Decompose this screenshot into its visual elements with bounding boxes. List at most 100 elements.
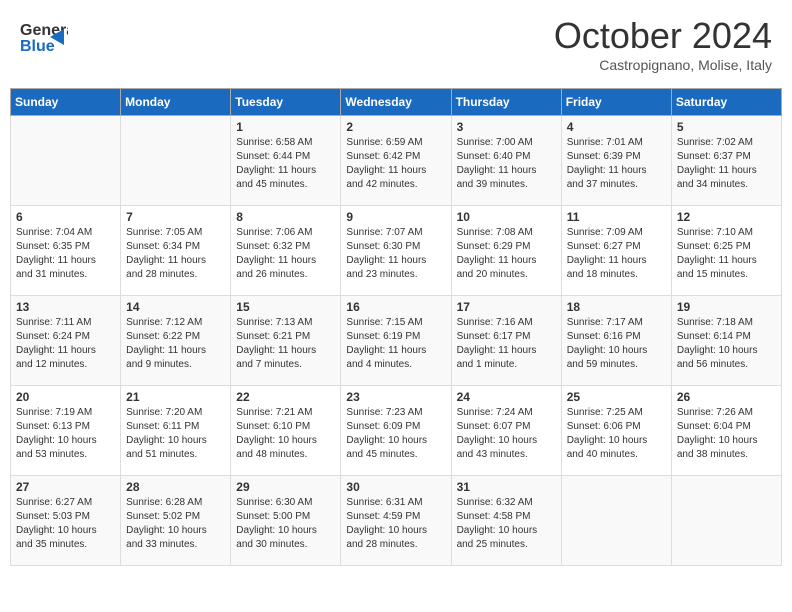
day-number: 30 — [346, 480, 445, 494]
calendar-cell: 17 Sunrise: 7:16 AM Sunset: 6:17 PM Dayli… — [451, 296, 561, 386]
calendar-cell: 1 Sunrise: 6:58 AM Sunset: 6:44 PM Daylig… — [231, 116, 341, 206]
calendar-cell: 6 Sunrise: 7:04 AM Sunset: 6:35 PM Daylig… — [11, 206, 121, 296]
cell-content: Sunrise: 6:58 AM Sunset: 6:44 PM Dayligh… — [236, 136, 335, 192]
calendar-cell: 27 Sunrise: 6:27 AM Sunset: 5:03 PM Dayli… — [11, 476, 121, 566]
cell-content: Sunrise: 7:04 AM Sunset: 6:35 PM Dayligh… — [16, 226, 115, 282]
day-number: 25 — [567, 390, 666, 404]
day-number: 14 — [126, 300, 225, 314]
calendar-cell: 12 Sunrise: 7:10 AM Sunset: 6:25 PM Dayli… — [671, 206, 781, 296]
col-thursday: Thursday — [451, 89, 561, 116]
month-title: October 2024 — [554, 15, 772, 57]
header-row: Sunday Monday Tuesday Wednesday Thursday… — [11, 89, 782, 116]
cell-content: Sunrise: 7:20 AM Sunset: 6:11 PM Dayligh… — [126, 406, 225, 462]
day-number: 1 — [236, 120, 335, 134]
day-number: 12 — [677, 210, 776, 224]
cell-content: Sunrise: 7:10 AM Sunset: 6:25 PM Dayligh… — [677, 226, 776, 282]
page-header: General Blue October 2024 Castropignano,… — [10, 10, 782, 78]
day-number: 18 — [567, 300, 666, 314]
calendar-cell: 14 Sunrise: 7:12 AM Sunset: 6:22 PM Dayli… — [121, 296, 231, 386]
cell-content: Sunrise: 6:59 AM Sunset: 6:42 PM Dayligh… — [346, 136, 445, 192]
cell-content: Sunrise: 7:16 AM Sunset: 6:17 PM Dayligh… — [457, 316, 556, 372]
cell-content: Sunrise: 6:27 AM Sunset: 5:03 PM Dayligh… — [16, 496, 115, 552]
cell-content: Sunrise: 7:12 AM Sunset: 6:22 PM Dayligh… — [126, 316, 225, 372]
calendar-week-3: 13 Sunrise: 7:11 AM Sunset: 6:24 PM Dayli… — [11, 296, 782, 386]
svg-text:Blue: Blue — [20, 38, 55, 55]
day-number: 9 — [346, 210, 445, 224]
day-number: 5 — [677, 120, 776, 134]
calendar-cell: 24 Sunrise: 7:24 AM Sunset: 6:07 PM Dayli… — [451, 386, 561, 476]
calendar-cell: 13 Sunrise: 7:11 AM Sunset: 6:24 PM Dayli… — [11, 296, 121, 386]
calendar-cell — [11, 116, 121, 206]
title-block: October 2024 Castropignano, Molise, Ital… — [554, 15, 772, 73]
cell-content: Sunrise: 7:26 AM Sunset: 6:04 PM Dayligh… — [677, 406, 776, 462]
cell-content: Sunrise: 6:31 AM Sunset: 4:59 PM Dayligh… — [346, 496, 445, 552]
calendar-cell: 29Sunrise: 6:30 AM Sunset: 5:00 PM Dayli… — [231, 476, 341, 566]
day-number: 13 — [16, 300, 115, 314]
calendar-cell: 19Sunrise: 7:18 AM Sunset: 6:14 PM Dayli… — [671, 296, 781, 386]
day-number: 21 — [126, 390, 225, 404]
col-monday: Monday — [121, 89, 231, 116]
calendar-cell: 28 Sunrise: 6:28 AM Sunset: 5:02 PM Dayli… — [121, 476, 231, 566]
day-number: 3 — [457, 120, 556, 134]
day-number: 17 — [457, 300, 556, 314]
calendar-week-2: 6 Sunrise: 7:04 AM Sunset: 6:35 PM Daylig… — [11, 206, 782, 296]
calendar-week-5: 27 Sunrise: 6:27 AM Sunset: 5:03 PM Dayli… — [11, 476, 782, 566]
col-sunday: Sunday — [11, 89, 121, 116]
location-subtitle: Castropignano, Molise, Italy — [554, 57, 772, 73]
calendar-cell: 7Sunrise: 7:05 AM Sunset: 6:34 PM Daylig… — [121, 206, 231, 296]
calendar-cell: 15 Sunrise: 7:13 AM Sunset: 6:21 PM Dayli… — [231, 296, 341, 386]
day-number: 23 — [346, 390, 445, 404]
day-number: 6 — [16, 210, 115, 224]
cell-content: Sunrise: 7:19 AM Sunset: 6:13 PM Dayligh… — [16, 406, 115, 462]
calendar-cell: 23 Sunrise: 7:23 AM Sunset: 6:09 PM Dayli… — [341, 386, 451, 476]
cell-content: Sunrise: 6:30 AM Sunset: 5:00 PM Dayligh… — [236, 496, 335, 552]
cell-content: Sunrise: 7:24 AM Sunset: 6:07 PM Dayligh… — [457, 406, 556, 462]
day-number: 16 — [346, 300, 445, 314]
col-saturday: Saturday — [671, 89, 781, 116]
day-number: 19 — [677, 300, 776, 314]
day-number: 27 — [16, 480, 115, 494]
col-friday: Friday — [561, 89, 671, 116]
day-number: 26 — [677, 390, 776, 404]
calendar-cell: 10Sunrise: 7:08 AM Sunset: 6:29 PM Dayli… — [451, 206, 561, 296]
cell-content: Sunrise: 7:00 AM Sunset: 6:40 PM Dayligh… — [457, 136, 556, 192]
calendar-cell: 3 Sunrise: 7:00 AM Sunset: 6:40 PM Daylig… — [451, 116, 561, 206]
calendar-cell: 20 Sunrise: 7:19 AM Sunset: 6:13 PM Dayli… — [11, 386, 121, 476]
calendar-cell: 16Sunrise: 7:15 AM Sunset: 6:19 PM Dayli… — [341, 296, 451, 386]
calendar-cell — [121, 116, 231, 206]
cell-content: Sunrise: 7:09 AM Sunset: 6:27 PM Dayligh… — [567, 226, 666, 282]
cell-content: Sunrise: 7:13 AM Sunset: 6:21 PM Dayligh… — [236, 316, 335, 372]
calendar-week-4: 20 Sunrise: 7:19 AM Sunset: 6:13 PM Dayli… — [11, 386, 782, 476]
cell-content: Sunrise: 7:23 AM Sunset: 6:09 PM Dayligh… — [346, 406, 445, 462]
day-number: 15 — [236, 300, 335, 314]
day-number: 11 — [567, 210, 666, 224]
cell-content: Sunrise: 7:21 AM Sunset: 6:10 PM Dayligh… — [236, 406, 335, 462]
day-number: 24 — [457, 390, 556, 404]
calendar-cell: 8Sunrise: 7:06 AM Sunset: 6:32 PM Daylig… — [231, 206, 341, 296]
calendar-cell: 9Sunrise: 7:07 AM Sunset: 6:30 PM Daylig… — [341, 206, 451, 296]
cell-content: Sunrise: 7:25 AM Sunset: 6:06 PM Dayligh… — [567, 406, 666, 462]
calendar-cell: 5Sunrise: 7:02 AM Sunset: 6:37 PM Daylig… — [671, 116, 781, 206]
calendar-cell: 2 Sunrise: 6:59 AM Sunset: 6:42 PM Daylig… — [341, 116, 451, 206]
col-wednesday: Wednesday — [341, 89, 451, 116]
logo-graphic: General Blue — [20, 15, 68, 68]
day-number: 2 — [346, 120, 445, 134]
day-number: 7 — [126, 210, 225, 224]
day-number: 4 — [567, 120, 666, 134]
day-number: 28 — [126, 480, 225, 494]
calendar-table: Sunday Monday Tuesday Wednesday Thursday… — [10, 88, 782, 566]
logo: General Blue — [20, 15, 68, 68]
cell-content: Sunrise: 6:28 AM Sunset: 5:02 PM Dayligh… — [126, 496, 225, 552]
calendar-cell: 11 Sunrise: 7:09 AM Sunset: 6:27 PM Dayli… — [561, 206, 671, 296]
calendar-cell: 31Sunrise: 6:32 AM Sunset: 4:58 PM Dayli… — [451, 476, 561, 566]
day-number: 22 — [236, 390, 335, 404]
cell-content: Sunrise: 7:08 AM Sunset: 6:29 PM Dayligh… — [457, 226, 556, 282]
calendar-cell: 4Sunrise: 7:01 AM Sunset: 6:39 PM Daylig… — [561, 116, 671, 206]
calendar-cell: 26 Sunrise: 7:26 AM Sunset: 6:04 PM Dayli… — [671, 386, 781, 476]
day-number: 8 — [236, 210, 335, 224]
day-number: 20 — [16, 390, 115, 404]
calendar-cell: 18Sunrise: 7:17 AM Sunset: 6:16 PM Dayli… — [561, 296, 671, 386]
calendar-cell: 30 Sunrise: 6:31 AM Sunset: 4:59 PM Dayli… — [341, 476, 451, 566]
col-tuesday: Tuesday — [231, 89, 341, 116]
cell-content: Sunrise: 7:11 AM Sunset: 6:24 PM Dayligh… — [16, 316, 115, 372]
